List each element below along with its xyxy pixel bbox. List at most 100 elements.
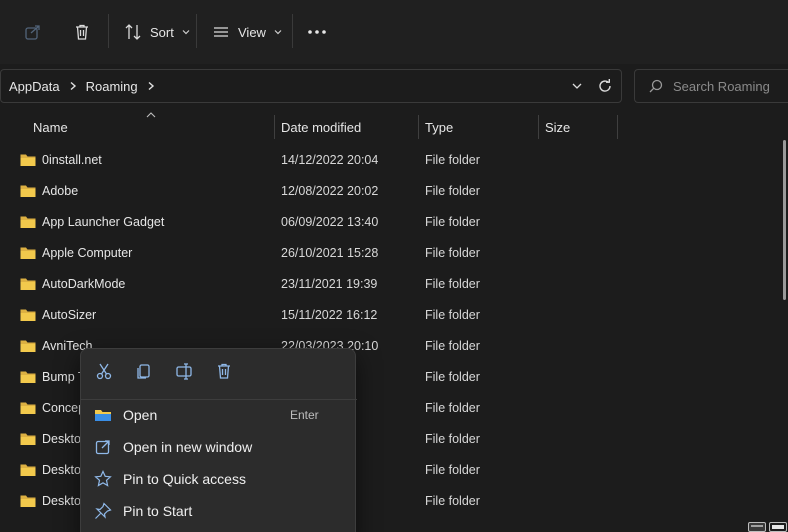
name-cell: Desktop — [20, 423, 88, 454]
column-divider[interactable] — [274, 115, 275, 139]
command-bar: Sort View — [0, 0, 788, 64]
menu-item-open[interactable]: Open Enter — [81, 399, 357, 431]
search-box[interactable]: Search Roaming — [634, 69, 788, 103]
scrollbar-thumb[interactable] — [783, 140, 786, 300]
menu-item-label: Pin to Quick access — [123, 471, 246, 487]
search-placeholder: Search Roaming — [673, 78, 770, 94]
folder-icon — [20, 495, 36, 507]
cut-button[interactable] — [94, 361, 114, 381]
context-menu: Open Enter Open in new window Pin to Qui… — [80, 348, 357, 532]
menu-item-shortcut: Enter — [290, 408, 319, 422]
folder-open-icon — [94, 406, 112, 424]
folder-icon — [20, 309, 36, 321]
date-cell: 06/09/2022 13:40 — [281, 214, 379, 229]
type-cell: File folder — [425, 307, 480, 322]
more-icon — [308, 30, 326, 34]
name-cell: Desktop — [20, 454, 88, 485]
table-row[interactable]: Apple Computer 26/10/2021 15:28 File folde… — [0, 237, 780, 268]
file-name: Concep — [42, 400, 86, 415]
copy-icon — [137, 364, 150, 379]
file-name: AutoSizer — [42, 307, 97, 322]
date-cell: 26/10/2021 15:28 — [281, 245, 379, 260]
menu-item-label: Open — [123, 407, 158, 423]
search-icon — [649, 79, 663, 93]
sort-label: Sort — [150, 24, 174, 40]
name-cell: AutoSizer — [20, 299, 96, 330]
menu-item-pin-quick-access[interactable]: Pin to Quick access — [81, 463, 357, 495]
menu-item-pin-start[interactable]: Pin to Start — [81, 495, 357, 527]
type-cell: File folder — [425, 369, 480, 384]
chevron-down-icon — [274, 30, 282, 35]
toolbar-separator — [196, 14, 197, 48]
folder-icon — [20, 185, 36, 197]
folder-icon — [20, 216, 36, 228]
new-window-icon — [94, 438, 112, 456]
table-row[interactable]: Adobe 12/08/2022 20:02 File folder — [0, 175, 780, 206]
chevron-right-icon[interactable] — [146, 81, 156, 91]
column-name[interactable]: Name — [33, 110, 68, 144]
folder-icon — [20, 371, 36, 383]
type-cell: File folder — [425, 214, 480, 229]
star-icon — [94, 470, 112, 488]
column-divider[interactable] — [538, 115, 539, 139]
name-cell: Adobe — [20, 175, 78, 206]
context-quick-actions — [81, 349, 357, 393]
breadcrumb-appdata[interactable]: AppData — [9, 79, 60, 94]
column-size[interactable]: Size — [545, 110, 570, 144]
type-cell: File folder — [425, 462, 480, 477]
chevron-down-icon[interactable] — [571, 80, 583, 92]
column-divider[interactable] — [617, 115, 618, 139]
more-button[interactable] — [307, 18, 327, 46]
file-name: 0install.net — [42, 152, 102, 167]
refresh-icon[interactable] — [597, 78, 613, 94]
rename-button[interactable] — [174, 361, 194, 381]
table-row[interactable]: 0install.net 14/12/2022 20:04 File folder — [0, 144, 780, 175]
name-cell: 0install.net — [20, 144, 102, 175]
column-divider[interactable] — [418, 115, 419, 139]
name-cell: Desktop — [20, 485, 88, 516]
chevron-right-icon[interactable] — [68, 81, 78, 91]
sort-icon — [125, 24, 141, 40]
folder-icon — [20, 340, 36, 352]
rename-icon — [176, 363, 192, 380]
table-row[interactable]: AutoSizer 15/11/2022 16:12 File folder — [0, 299, 780, 330]
file-name: Apple Computer — [42, 245, 133, 260]
file-name: Adobe — [42, 183, 79, 198]
type-cell: File folder — [425, 276, 480, 291]
column-type[interactable]: Type — [425, 110, 453, 144]
menu-item-label: Open in new window — [123, 439, 253, 455]
date-cell: 15/11/2022 16:12 — [281, 307, 378, 322]
type-cell: File folder — [425, 183, 480, 198]
menu-item-label: Pin to Start — [123, 503, 193, 519]
view-label: View — [238, 24, 266, 40]
menu-item-open-new-window[interactable]: Open in new window — [81, 431, 357, 463]
share-button[interactable] — [24, 18, 42, 46]
scrollbar[interactable] — [780, 110, 788, 532]
trash-icon — [76, 24, 88, 40]
details-view-icon[interactable] — [748, 522, 766, 532]
file-name: AutoDarkMode — [42, 276, 126, 291]
table-row[interactable]: App Launcher Gadget 06/09/2022 13:40 File … — [0, 206, 780, 237]
type-cell: File folder — [425, 152, 480, 167]
folder-icon — [20, 154, 36, 166]
breadcrumb: AppData Roaming — [9, 70, 158, 102]
date-cell: 12/08/2022 20:02 — [281, 183, 379, 198]
breadcrumb-roaming[interactable]: Roaming — [86, 79, 138, 94]
table-row[interactable]: AutoDarkMode 23/11/2021 19:39 File folder — [0, 268, 780, 299]
share-icon — [25, 25, 40, 40]
view-button[interactable]: View — [212, 18, 282, 46]
sort-button[interactable]: Sort — [124, 18, 190, 46]
column-header: Name Date modified Type Size — [0, 110, 780, 144]
column-date-modified[interactable]: Date modified — [281, 110, 361, 144]
name-cell: Bump T — [20, 361, 86, 392]
address-bar[interactable]: AppData Roaming — [0, 69, 622, 103]
tiles-view-icon[interactable] — [769, 522, 787, 532]
trash-icon — [218, 363, 230, 379]
copy-button[interactable] — [134, 361, 154, 381]
name-cell: AutoDarkMode — [20, 268, 125, 299]
date-cell: 23/11/2021 19:39 — [281, 276, 378, 291]
delete-button[interactable] — [73, 18, 91, 46]
view-toggle — [748, 520, 788, 532]
delete-button[interactable] — [214, 361, 234, 381]
folder-icon — [20, 247, 36, 259]
